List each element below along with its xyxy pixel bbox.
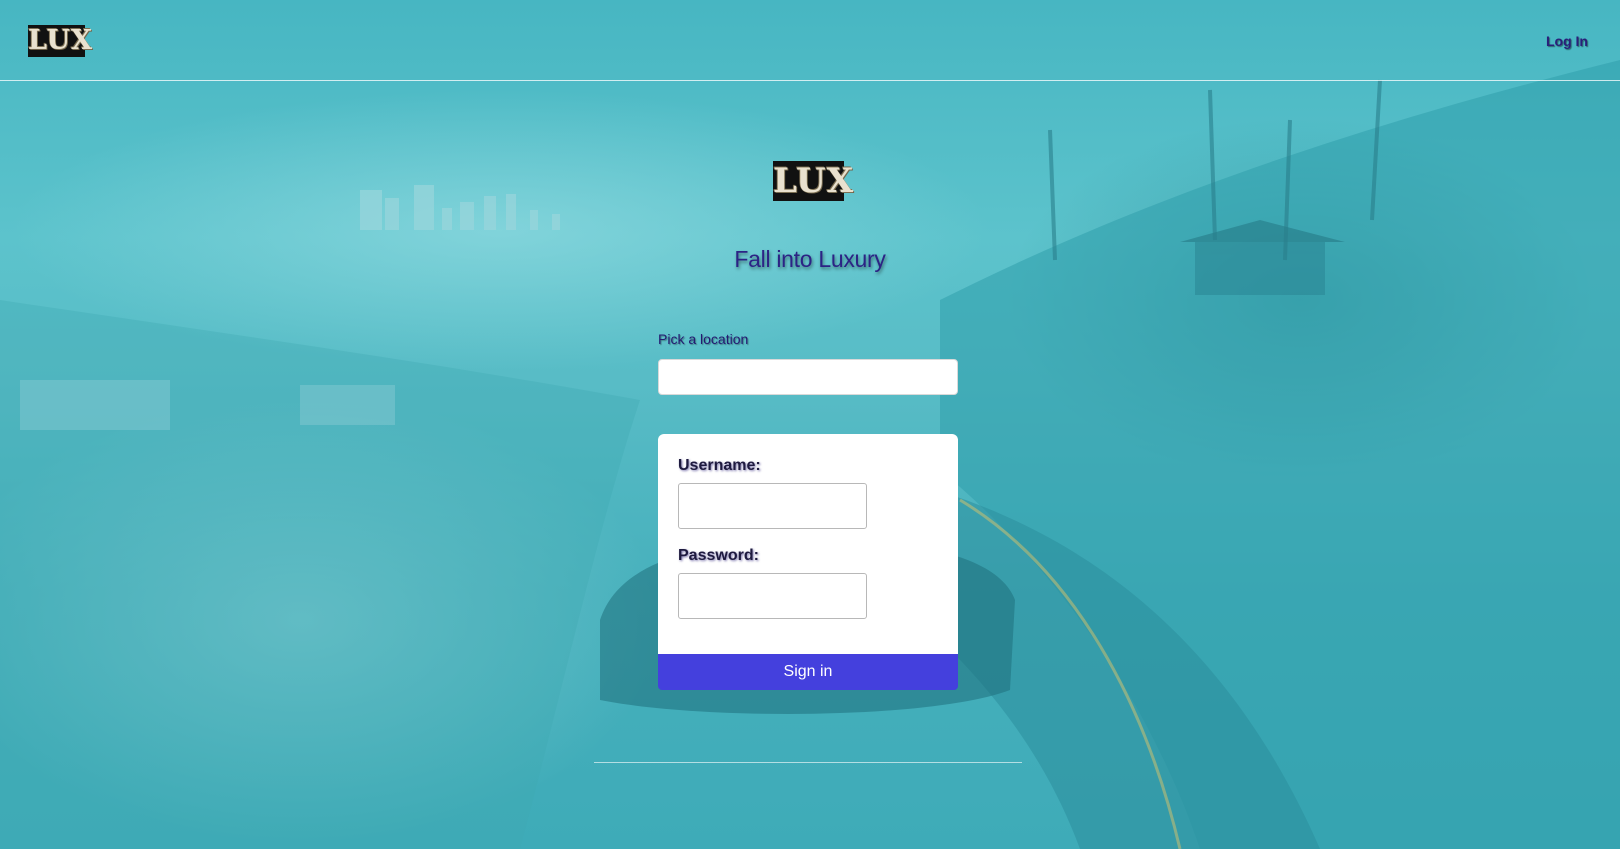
login-form: Username: Password: bbox=[658, 434, 958, 654]
page-title: Fall into Luxury bbox=[734, 246, 886, 272]
hero-logo: LUX bbox=[773, 161, 855, 201]
city-skyline bbox=[360, 185, 560, 230]
sign-in-button[interactable]: Sign in bbox=[658, 654, 958, 690]
login-link[interactable]: Log In bbox=[1546, 33, 1588, 49]
username-field[interactable] bbox=[678, 483, 867, 529]
location-label: Pick a location bbox=[658, 331, 749, 347]
top-navbar: LUX Log In bbox=[0, 0, 1620, 81]
header-logo[interactable]: LUX bbox=[28, 25, 92, 57]
location-input[interactable] bbox=[658, 359, 958, 395]
password-field[interactable] bbox=[678, 573, 867, 619]
divider bbox=[594, 762, 1022, 763]
background-image bbox=[0, 60, 1620, 849]
page: LUX Log In LUX Fall into Luxury Pick a l… bbox=[0, 0, 1620, 849]
password-label: Password: bbox=[678, 547, 759, 564]
username-label: Username: bbox=[678, 457, 761, 474]
